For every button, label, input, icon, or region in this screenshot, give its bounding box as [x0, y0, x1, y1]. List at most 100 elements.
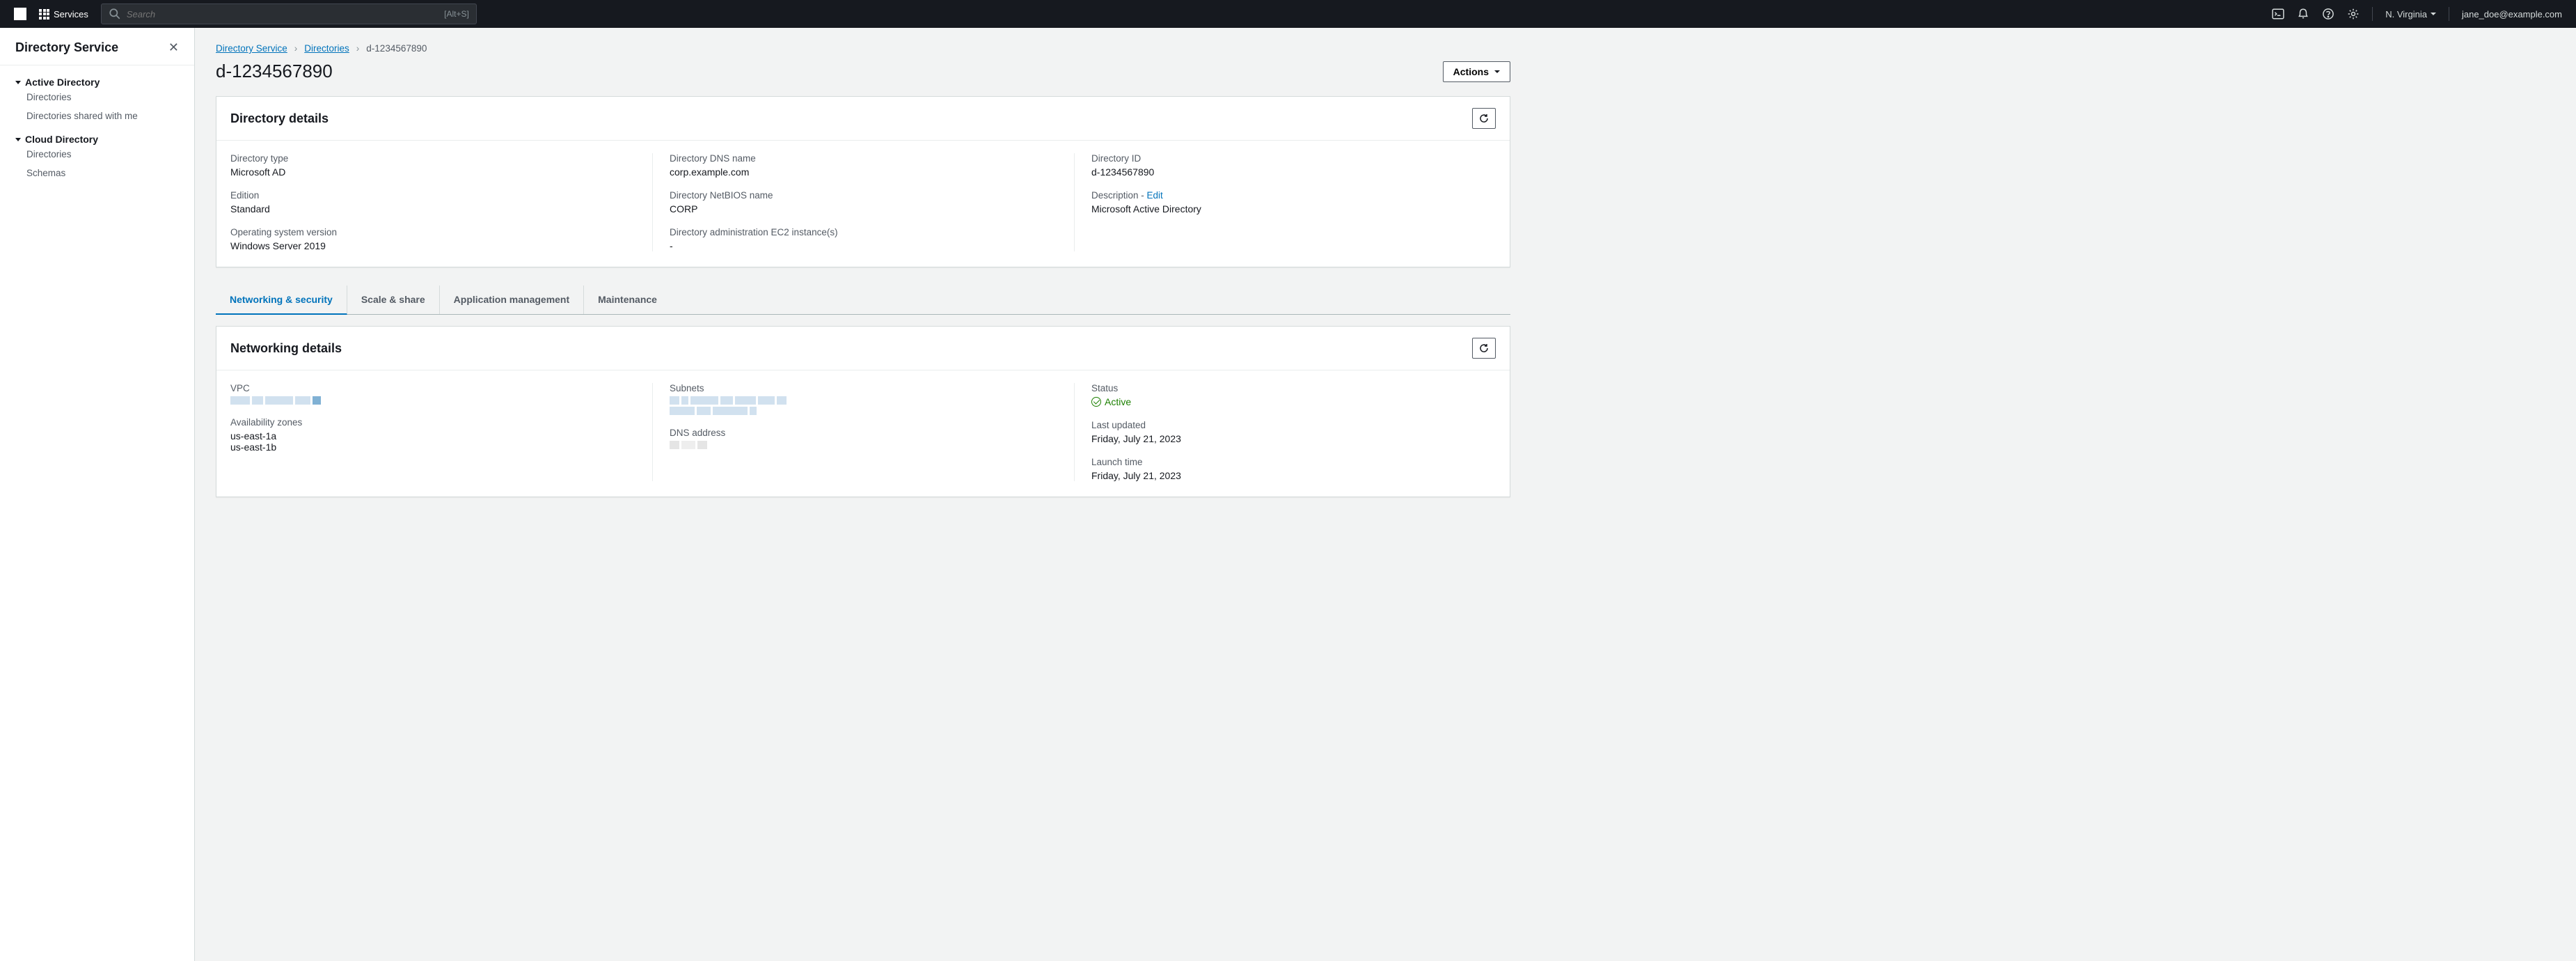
refresh-icon — [1478, 113, 1490, 124]
value-status: Active — [1091, 396, 1496, 407]
sidebar-section-toggle[interactable]: Active Directory — [15, 77, 179, 88]
close-icon[interactable]: ✕ — [168, 40, 179, 55]
main-content: Directory Service › Directories › d-1234… — [195, 28, 2576, 961]
gear-icon[interactable] — [2347, 8, 2360, 20]
panel-header: Networking details — [216, 327, 1510, 370]
actions-button[interactable]: Actions — [1443, 61, 1510, 82]
tab-application-management[interactable]: Application management — [440, 286, 584, 314]
layout: Directory Service ✕ Active Directory Dir… — [0, 28, 2576, 961]
status-text: Active — [1105, 396, 1131, 407]
bell-icon[interactable] — [2297, 8, 2309, 20]
value-az-1: us-east-1a — [230, 430, 652, 442]
label-edition: Edition — [230, 190, 652, 201]
value-dns-addr-redacted — [670, 441, 711, 449]
breadcrumb-current: d-1234567890 — [366, 43, 427, 54]
details-col-1: Directory type Microsoft AD Edition Standa… — [230, 153, 652, 251]
tab-networking-security[interactable]: Networking & security — [216, 286, 347, 315]
panel-title: Directory details — [230, 111, 329, 126]
tabs: Networking & security Scale & share Appl… — [216, 286, 1510, 315]
value-launch-time: Friday, July 21, 2023 — [1091, 470, 1496, 481]
label-az: Availability zones — [230, 417, 652, 428]
help-icon[interactable] — [2322, 8, 2334, 20]
search-icon — [109, 8, 121, 20]
check-circle-icon — [1091, 397, 1101, 407]
sidebar-header: Directory Service ✕ — [0, 40, 194, 65]
grid-icon — [39, 9, 49, 19]
value-directory-id: d-1234567890 — [1091, 166, 1496, 178]
search-input[interactable] — [127, 9, 438, 19]
sidebar-section-label: Active Directory — [25, 77, 100, 88]
page-title: d-1234567890 — [216, 61, 333, 82]
label-admin-ec2: Directory administration EC2 instance(s) — [670, 227, 1074, 237]
value-os: Windows Server 2019 — [230, 240, 652, 251]
directory-details-panel: Directory details Directory type Microsof… — [216, 96, 1510, 267]
value-directory-type: Microsoft AD — [230, 166, 652, 178]
sidebar-section-label: Cloud Directory — [25, 134, 98, 145]
label-directory-id: Directory ID — [1091, 153, 1496, 164]
net-col-2: Subnets DNS address — [652, 383, 1074, 481]
search-box[interactable]: [Alt+S] — [101, 3, 477, 24]
aws-logo[interactable] — [14, 8, 26, 20]
region-label: N. Virginia — [2385, 9, 2427, 19]
breadcrumb: Directory Service › Directories › d-1234… — [216, 43, 1510, 54]
edit-description-link[interactable]: Edit — [1147, 190, 1163, 201]
top-nav: Services [Alt+S] N. Virginia jane_doe@ex… — [0, 0, 2576, 28]
sidebar-item-schemas[interactable]: Schemas — [15, 164, 179, 182]
tab-scale-share[interactable]: Scale & share — [347, 286, 440, 314]
sidebar: Directory Service ✕ Active Directory Dir… — [0, 28, 195, 961]
label-directory-type: Directory type — [230, 153, 652, 164]
label-subnets: Subnets — [670, 383, 1074, 393]
sidebar-section-toggle[interactable]: Cloud Directory — [15, 134, 179, 145]
chevron-down-icon — [15, 138, 21, 141]
chevron-down-icon — [1494, 70, 1500, 73]
tab-maintenance[interactable]: Maintenance — [584, 286, 671, 314]
label-description: Description - Edit — [1091, 190, 1496, 201]
refresh-button[interactable] — [1472, 338, 1496, 359]
value-vpc-redacted — [230, 396, 384, 405]
sidebar-title: Directory Service — [15, 40, 118, 55]
cloudshell-icon[interactable] — [2272, 8, 2284, 20]
top-nav-left: Services [Alt+S] — [14, 3, 477, 24]
value-az-2: us-east-1b — [230, 442, 652, 453]
label-os: Operating system version — [230, 227, 652, 237]
value-edition: Standard — [230, 203, 652, 214]
label-netbios: Directory NetBIOS name — [670, 190, 1074, 201]
sidebar-section-active-directory: Active Directory Directories Directories… — [0, 72, 194, 130]
sidebar-item-directories[interactable]: Directories — [15, 88, 179, 107]
top-nav-right: N. Virginia jane_doe@example.com — [2272, 7, 2562, 21]
user-menu[interactable]: jane_doe@example.com — [2462, 9, 2562, 19]
chevron-right-icon: › — [356, 43, 360, 54]
chevron-down-icon — [15, 81, 21, 84]
refresh-button[interactable] — [1472, 108, 1496, 129]
label-last-updated: Last updated — [1091, 420, 1496, 430]
breadcrumb-directories[interactable]: Directories — [304, 43, 349, 54]
networking-details-panel: Networking details VPC — [216, 326, 1510, 497]
panel-title: Networking details — [230, 341, 342, 356]
region-selector[interactable]: N. Virginia — [2385, 9, 2436, 19]
details-col-3: Directory ID d-1234567890 Description - E… — [1074, 153, 1496, 251]
services-button[interactable]: Services — [39, 9, 88, 19]
value-last-updated: Friday, July 21, 2023 — [1091, 433, 1496, 444]
net-col-3: Status Active Last updated Friday, July … — [1074, 383, 1496, 481]
panel-body: Directory type Microsoft AD Edition Standa… — [216, 141, 1510, 267]
value-admin-ec2: - — [670, 240, 1074, 251]
user-label: jane_doe@example.com — [2462, 9, 2562, 19]
page-header: d-1234567890 Actions — [216, 61, 1510, 82]
details-col-2: Directory DNS namecorp.example.com Direc… — [652, 153, 1074, 251]
panel-body: VPC Availability zones us-east-1a us-eas… — [216, 370, 1510, 497]
label-vpc: VPC — [230, 383, 652, 393]
nav-separator — [2372, 7, 2373, 21]
sidebar-section-cloud-directory: Cloud Directory Directories Schemas — [0, 130, 194, 187]
refresh-icon — [1478, 343, 1490, 354]
sidebar-item-directories-cloud[interactable]: Directories — [15, 145, 179, 164]
value-subnets-redacted — [670, 396, 809, 415]
breadcrumb-root[interactable]: Directory Service — [216, 43, 287, 54]
value-description: Microsoft Active Directory — [1091, 203, 1496, 214]
services-label: Services — [54, 9, 88, 19]
label-launch-time: Launch time — [1091, 457, 1496, 467]
label-dns: Directory DNS name — [670, 153, 1074, 164]
chevron-down-icon — [2431, 13, 2436, 15]
sidebar-item-shared[interactable]: Directories shared with me — [15, 107, 179, 125]
chevron-right-icon: › — [294, 43, 298, 54]
label-status: Status — [1091, 383, 1496, 393]
